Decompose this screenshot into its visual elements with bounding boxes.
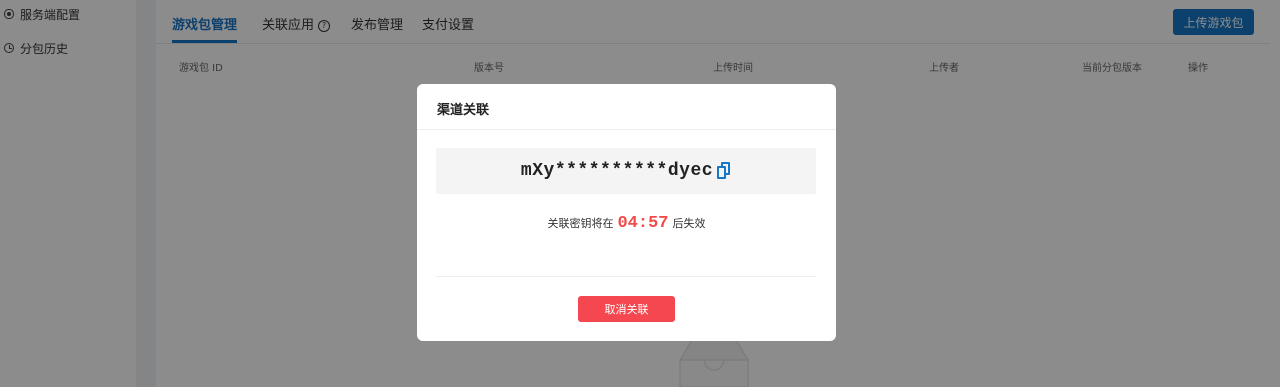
divider — [436, 276, 816, 277]
cancel-link-button[interactable]: 取消关联 — [578, 296, 675, 322]
countdown-timer: 04:57 — [617, 214, 669, 233]
expiry-message: 关联密钥将在 04:57 后失效 — [417, 214, 836, 233]
copy-icon[interactable] — [717, 162, 731, 180]
link-key-box: mXy**********dyec — [436, 148, 816, 194]
dialog-title: 渠道关联 — [437, 103, 490, 118]
expiry-suffix: 后失效 — [672, 217, 706, 230]
link-key-text: mXy**********dyec — [520, 161, 714, 181]
divider — [417, 129, 836, 130]
expiry-prefix: 关联密钥将在 — [547, 217, 614, 230]
channel-link-dialog: 渠道关联 mXy**********dyec 关联密钥将在 04:57 后失效 取消… — [417, 84, 836, 341]
